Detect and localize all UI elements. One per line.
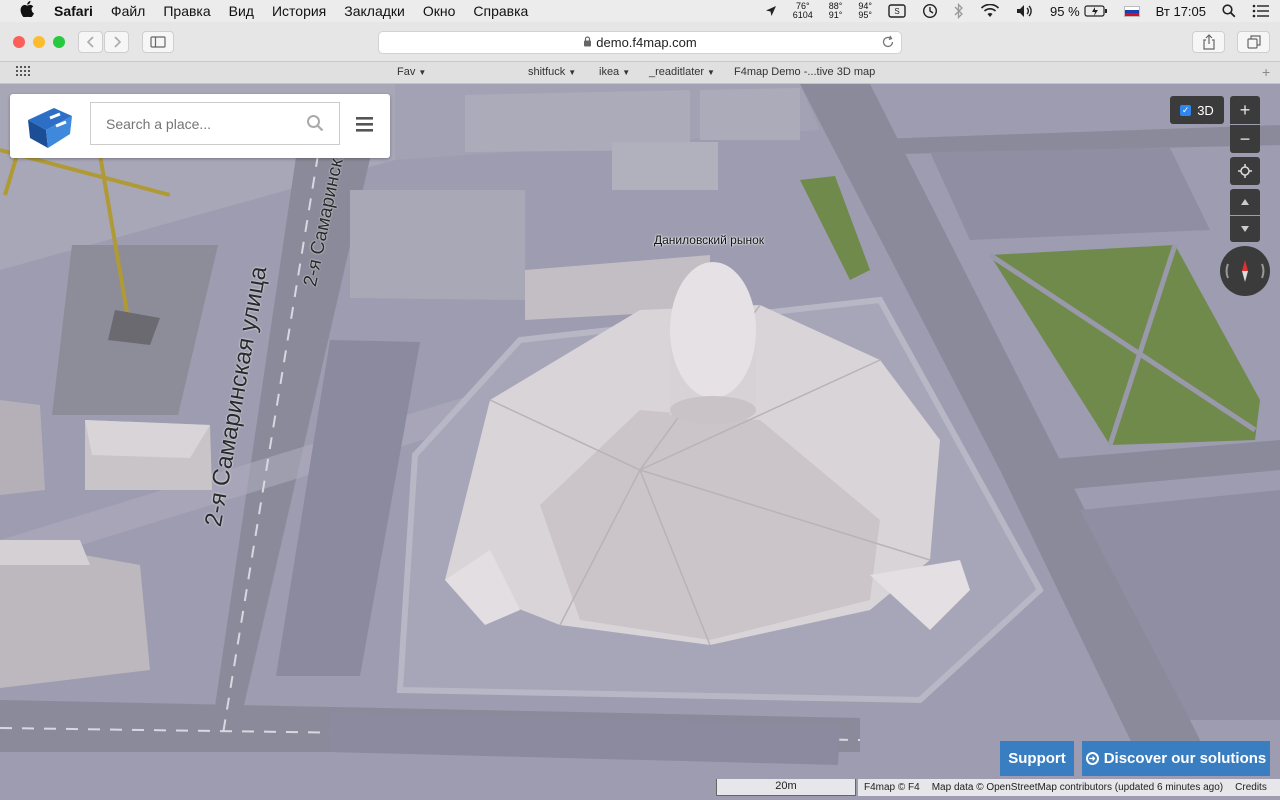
window-zoom-button[interactable]: [53, 36, 65, 48]
tabs-overview-button[interactable]: [1237, 31, 1270, 53]
search-panel: [10, 94, 390, 158]
search-icon[interactable]: [306, 114, 324, 132]
share-button[interactable]: [1192, 31, 1225, 53]
bookmark-f4map[interactable]: F4map Demo -...tive 3D map: [734, 66, 875, 78]
checkbox-checked-icon[interactable]: ✓: [1180, 104, 1192, 116]
temp-3-bottom: 95°: [858, 10, 873, 20]
grid-icon[interactable]: [16, 65, 30, 80]
chevron-down-icon: ▼: [622, 68, 631, 77]
time-machine-icon[interactable]: [922, 3, 938, 19]
search-input[interactable]: [90, 102, 340, 145]
address-bar[interactable]: demo.f4map.com: [378, 31, 902, 54]
poi-label[interactable]: Даниловский рынок: [654, 233, 764, 247]
url-text: demo.f4map.com: [596, 35, 697, 50]
locate-me-button[interactable]: [1230, 157, 1260, 185]
hamburger-menu-icon[interactable]: [354, 114, 376, 134]
add-bookmark-icon[interactable]: +: [1262, 64, 1270, 80]
menu-help[interactable]: Справка: [473, 3, 528, 19]
temp-2-bottom: 91°: [828, 10, 843, 20]
share-icon: [1202, 34, 1215, 50]
temp-1-bottom: 6104: [792, 10, 813, 20]
bookmark-fav-label: Fav: [397, 66, 416, 78]
credits-link[interactable]: Credits: [1235, 782, 1267, 793]
clock[interactable]: Вт 17:05: [1156, 4, 1206, 19]
menu-history[interactable]: История: [272, 3, 326, 19]
window-close-button[interactable]: [13, 36, 25, 48]
volume-icon[interactable]: [1016, 4, 1034, 18]
triangle-down-icon: [1241, 226, 1249, 232]
status-area: 76° 6104 88° 91° 94° 95° S 95 % Вт 17:05: [757, 0, 1280, 22]
location-arrow-icon[interactable]: [765, 5, 777, 17]
chevron-right-icon: [113, 36, 121, 48]
window-minimize-button[interactable]: [33, 36, 45, 48]
sidebar-icon: [150, 36, 166, 48]
lock-icon: [583, 35, 592, 50]
battery-percent[interactable]: 95 %: [1050, 4, 1080, 19]
discover-label: Discover our solutions: [1103, 750, 1267, 767]
menu-file[interactable]: Файл: [111, 3, 145, 19]
bluetooth-icon[interactable]: [954, 3, 964, 19]
crosshair-icon: [1238, 164, 1252, 178]
bookmark-f4map-label: F4map Demo -...tive 3D map: [734, 66, 876, 78]
discover-solutions-button[interactable]: ➜ Discover our solutions: [1082, 741, 1270, 776]
spotlight-icon[interactable]: [1222, 4, 1236, 18]
scale-bar: 20m: [716, 779, 856, 796]
tabs-icon: [1246, 35, 1261, 49]
menu-window[interactable]: Окно: [423, 3, 456, 19]
keyboard-icon[interactable]: S: [888, 4, 906, 18]
map-attribution: F4map © F4 Map data © OpenStreetMap cont…: [858, 779, 1280, 796]
f4map-copyright-link[interactable]: F4map © F4: [864, 782, 920, 793]
temperature-widget-1[interactable]: 76° 6104: [793, 2, 813, 20]
map-canvas[interactable]: 2-я Самаринская улица 2-я Самаринская ул…: [0, 84, 1280, 800]
osm-attribution-link[interactable]: Map data © OpenStreetMap contributors (u…: [932, 782, 1223, 793]
input-source-flag-icon[interactable]: [1123, 5, 1140, 17]
battery-icon[interactable]: [1084, 5, 1108, 17]
temperature-widget-2[interactable]: 88° 91°: [829, 2, 843, 20]
menu-edit[interactable]: Правка: [163, 3, 210, 19]
compass-control[interactable]: [1220, 246, 1270, 296]
chevron-left-icon: [86, 36, 94, 48]
toggle-3d-label: 3D: [1197, 102, 1214, 118]
zoom-in-button[interactable]: +: [1230, 96, 1260, 124]
notification-center-icon[interactable]: [1252, 4, 1270, 18]
f4map-logo-icon[interactable]: [20, 100, 76, 150]
triangle-up-icon: [1241, 199, 1249, 205]
bookmark-ikea-label: ikea: [599, 66, 620, 78]
bookmark-folder-1[interactable]: shitfuck ▼: [528, 66, 576, 78]
bookmark-ikea[interactable]: ikea ▼: [599, 66, 630, 78]
menu-view[interactable]: Вид: [229, 3, 254, 19]
map-scene: [0, 84, 1280, 800]
compass-needle-icon: [1225, 260, 1265, 282]
bookmark-fav[interactable]: Fav ▼: [397, 66, 426, 78]
apple-menu-icon[interactable]: [20, 0, 38, 22]
plus-icon: +: [1239, 99, 1251, 120]
chevron-down-icon: ▼: [707, 68, 715, 77]
browser-toolbar: demo.f4map.com: [0, 22, 1280, 62]
toggle-3d-button[interactable]: ✓ 3D: [1170, 96, 1224, 124]
sidebar-toggle-button[interactable]: [142, 31, 174, 53]
chevron-down-icon: ▼: [568, 68, 577, 77]
svg-text:S: S: [894, 7, 899, 16]
menu-bookmarks[interactable]: Закладки: [344, 3, 405, 19]
bookmark-readitlater-label: _readitlater: [649, 66, 705, 78]
favorites-bar: Fav ▼ shitfuck ▼ ikea ▼ _readitlater ▼ F4map…: [0, 62, 1280, 84]
wifi-icon[interactable]: [980, 4, 1000, 18]
arrow-circle-right-icon: ➜: [1085, 752, 1099, 765]
bookmark-folder-1-label: shitfuck: [528, 66, 566, 78]
menu-app-name[interactable]: Safari: [54, 3, 93, 19]
minus-icon: −: [1239, 128, 1251, 149]
tilt-up-button[interactable]: [1230, 189, 1260, 215]
chevron-down-icon: ▼: [418, 68, 427, 77]
macos-menubar: Safari Файл Правка Вид История Закладки …: [0, 0, 1280, 22]
zoom-out-button[interactable]: −: [1230, 125, 1260, 153]
forward-button[interactable]: [104, 31, 129, 53]
temperature-widget-3[interactable]: 94° 95°: [858, 2, 872, 20]
support-button[interactable]: Support: [1000, 741, 1074, 776]
bookmark-readitlater[interactable]: _readitlater ▼: [649, 66, 715, 78]
tilt-down-button[interactable]: [1230, 216, 1260, 242]
reload-icon[interactable]: [881, 35, 895, 52]
back-button[interactable]: [78, 31, 103, 53]
